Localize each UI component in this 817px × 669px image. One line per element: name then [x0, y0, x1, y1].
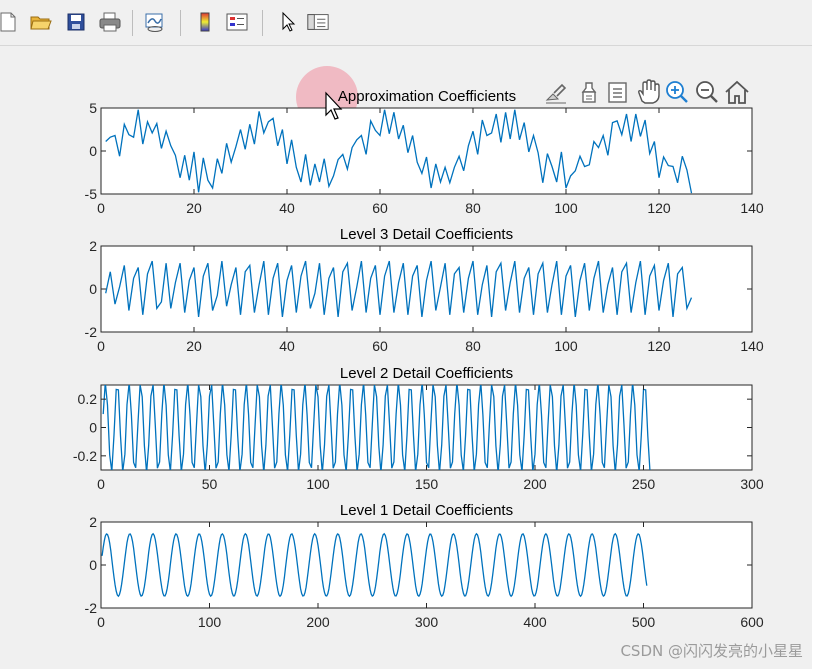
x-tick-label: 20 [186, 338, 202, 354]
subplot-1: 0 20 40 60 80 100 120 14050-5Approximation Coef… [85, 88, 764, 216]
subplot-3: 0 50 100 150 200 250 3000.20-0.2Level 2 Detail… [73, 365, 764, 492]
x-tick-label: 20 [186, 200, 202, 216]
x-tick-label: 0 [97, 476, 105, 492]
x-tick-label: 120 [647, 200, 671, 216]
x-tick-label: 60 [372, 200, 388, 216]
y-tick-label: -5 [85, 186, 98, 202]
y-tick-label: 2 [89, 514, 97, 530]
y-tick-label: 0 [89, 557, 97, 573]
x-tick-label: 40 [279, 338, 295, 354]
x-tick-label: 60 [372, 338, 388, 354]
pan-icon[interactable] [638, 79, 660, 104]
x-tick-label: 0 [97, 200, 105, 216]
subplot-title: Level 2 Detail Coefficients [340, 365, 513, 382]
x-tick-label: 300 [415, 614, 439, 630]
axes-toolbar [545, 79, 749, 104]
x-tick-label: 500 [632, 614, 656, 630]
x-tick-label: 400 [523, 614, 547, 630]
x-tick-label: 600 [740, 614, 764, 630]
subplot-title: Approximation Coefficients [338, 88, 516, 105]
x-tick-label: 250 [632, 476, 656, 492]
y-tick-label: 2 [89, 238, 97, 254]
x-tick-label: 0 [97, 614, 105, 630]
x-tick-label: 0 [97, 338, 105, 354]
y-tick-label: -2 [85, 324, 98, 340]
y-tick-label: 5 [89, 100, 97, 116]
axes-box[interactable] [100, 107, 753, 195]
y-tick-label: -0.2 [73, 448, 97, 464]
y-tick-label: 0 [89, 281, 97, 297]
subplot-title: Level 3 Detail Coefficients [340, 226, 513, 243]
subplots-canvas: 0 20 40 60 80 100 120 14050-5Approximation Coef… [73, 79, 764, 630]
x-tick-label: 200 [523, 476, 547, 492]
x-tick-label: 140 [740, 200, 764, 216]
zoom-out-icon[interactable] [696, 81, 718, 103]
x-tick-label: 100 [306, 476, 330, 492]
subplot-2: 0 20 40 60 80 100 120 14020-2Level 3 Detail Coe… [85, 226, 764, 354]
x-tick-label: 80 [465, 200, 481, 216]
x-tick-label: 50 [202, 476, 218, 492]
x-tick-label: 120 [647, 338, 671, 354]
subplot-4: 0 100 200 300 400 500 60020-2Level 1 Detail Co… [85, 502, 764, 630]
subplot-title: Level 1 Detail Coefficients [340, 502, 513, 519]
brush-icon[interactable] [545, 83, 567, 104]
x-tick-label: 100 [554, 338, 578, 354]
axes-box[interactable] [100, 245, 753, 333]
x-tick-label: 100 [554, 200, 578, 216]
y-tick-label: 0.2 [78, 391, 98, 407]
x-tick-label: 80 [465, 338, 481, 354]
x-tick-label: 100 [198, 614, 222, 630]
x-tick-label: 300 [740, 476, 764, 492]
x-tick-label: 140 [740, 338, 764, 354]
zoom-in-icon[interactable] [666, 81, 688, 103]
datatips-icon[interactable] [608, 82, 627, 103]
x-tick-label: 150 [415, 476, 439, 492]
y-tick-label: 0 [89, 143, 97, 159]
x-tick-label: 200 [306, 614, 330, 630]
watermark: CSDN @闪闪发亮的小星星 [620, 642, 803, 660]
restore-view-icon[interactable] [725, 80, 749, 104]
y-tick-label: 0 [89, 420, 97, 436]
x-tick-label: 40 [279, 200, 295, 216]
data-cursor-icon[interactable] [581, 82, 597, 103]
y-tick-label: -2 [85, 600, 98, 616]
